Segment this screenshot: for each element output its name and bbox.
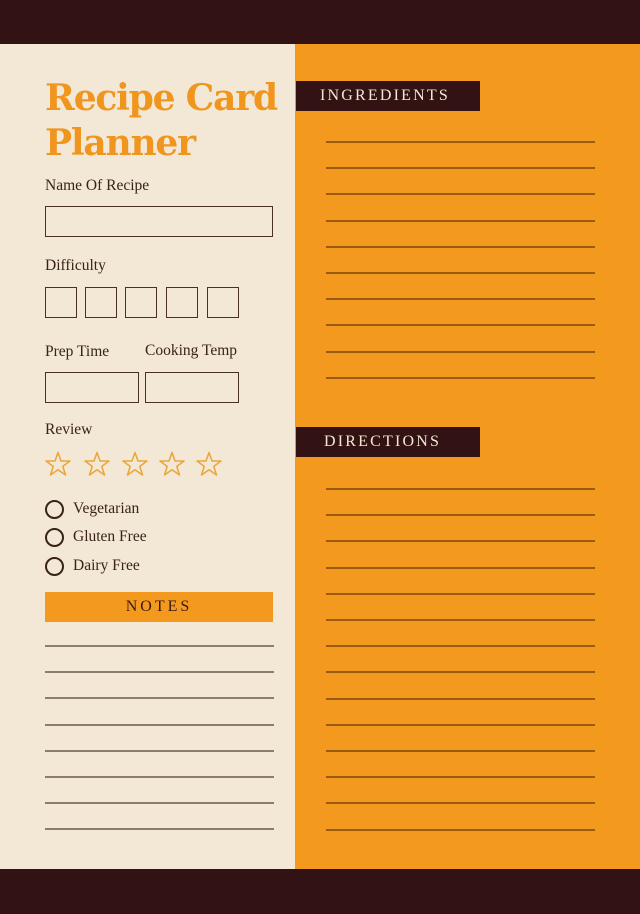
direction-line[interactable] — [326, 724, 595, 726]
ingredient-line[interactable] — [326, 351, 595, 353]
prep-time-field[interactable] — [45, 372, 139, 403]
notes-line[interactable] — [45, 776, 274, 778]
bottom-banner — [0, 869, 640, 914]
star-icon[interactable] — [44, 450, 72, 478]
direction-line[interactable] — [326, 619, 595, 621]
difficulty-box[interactable] — [207, 287, 239, 318]
notes-line[interactable] — [45, 645, 274, 647]
dietary-option[interactable]: Vegetarian — [45, 498, 139, 520]
ingredient-line[interactable] — [326, 193, 595, 195]
ingredients-header-label: INGREDIENTS — [320, 87, 450, 104]
radio-circle-icon[interactable] — [45, 527, 64, 547]
ingredient-line[interactable] — [326, 324, 595, 326]
direction-line[interactable] — [326, 488, 595, 490]
ingredient-line[interactable] — [326, 272, 595, 274]
difficulty-box[interactable] — [125, 287, 157, 318]
direction-line[interactable] — [326, 645, 595, 647]
notes-line[interactable] — [45, 697, 274, 699]
notes-line[interactable] — [45, 828, 274, 830]
difficulty-label: Difficulty — [45, 257, 106, 274]
star-icon[interactable] — [158, 450, 186, 478]
direction-line[interactable] — [326, 829, 595, 831]
dietary-option-label: Dairy Free — [73, 557, 140, 574]
ingredient-line[interactable] — [326, 298, 595, 300]
direction-line[interactable] — [326, 802, 595, 804]
ingredient-line[interactable] — [326, 141, 595, 143]
dietary-option-label: Vegetarian — [73, 500, 140, 517]
notes-line[interactable] — [45, 671, 274, 673]
star-icon[interactable] — [83, 450, 111, 478]
ingredient-line[interactable] — [326, 377, 595, 379]
page-title: Recipe Card Planner — [45, 76, 285, 166]
direction-line[interactable] — [326, 671, 595, 673]
top-banner — [0, 0, 640, 44]
review-label: Review — [45, 421, 93, 438]
radio-circle-icon[interactable] — [45, 499, 64, 519]
dietary-option[interactable]: Gluten Free — [45, 526, 147, 548]
direction-line[interactable] — [326, 567, 595, 569]
notes-line[interactable] — [45, 724, 274, 726]
notes-line[interactable] — [45, 802, 274, 804]
dietary-option[interactable]: Dairy Free — [45, 555, 140, 577]
cooking-temp-label: Cooking Temp — [145, 342, 238, 359]
direction-line[interactable] — [326, 593, 595, 595]
directions-header: DIRECTIONS — [296, 427, 480, 457]
dietary-option-label: Gluten Free — [73, 528, 147, 545]
direction-line[interactable] — [326, 514, 595, 516]
ingredient-line[interactable] — [326, 167, 595, 169]
star-icon[interactable] — [195, 450, 223, 478]
cooking-temp-field[interactable] — [145, 372, 239, 403]
direction-line[interactable] — [326, 776, 595, 778]
difficulty-box[interactable] — [166, 287, 198, 318]
direction-line[interactable] — [326, 698, 595, 700]
ingredients-header: INGREDIENTS — [296, 81, 480, 111]
difficulty-box[interactable] — [85, 287, 117, 318]
recipe-name-field[interactable] — [45, 206, 273, 237]
direction-line[interactable] — [326, 750, 595, 752]
recipe-name-label: Name Of Recipe — [45, 177, 150, 194]
ingredient-line[interactable] — [326, 220, 595, 222]
title-line-1: Recipe Card — [45, 77, 278, 119]
notes-header-label: NOTES — [125, 598, 193, 615]
difficulty-box[interactable] — [45, 287, 77, 318]
notes-header: NOTES — [45, 592, 273, 622]
title-line-2: Planner — [45, 122, 196, 164]
ingredient-line[interactable] — [326, 246, 595, 248]
notes-line[interactable] — [45, 750, 274, 752]
directions-header-label: DIRECTIONS — [324, 433, 442, 450]
radio-circle-icon[interactable] — [45, 556, 64, 576]
star-icon[interactable] — [121, 450, 149, 478]
prep-time-label: Prep Time — [45, 343, 110, 360]
direction-line[interactable] — [326, 540, 595, 542]
